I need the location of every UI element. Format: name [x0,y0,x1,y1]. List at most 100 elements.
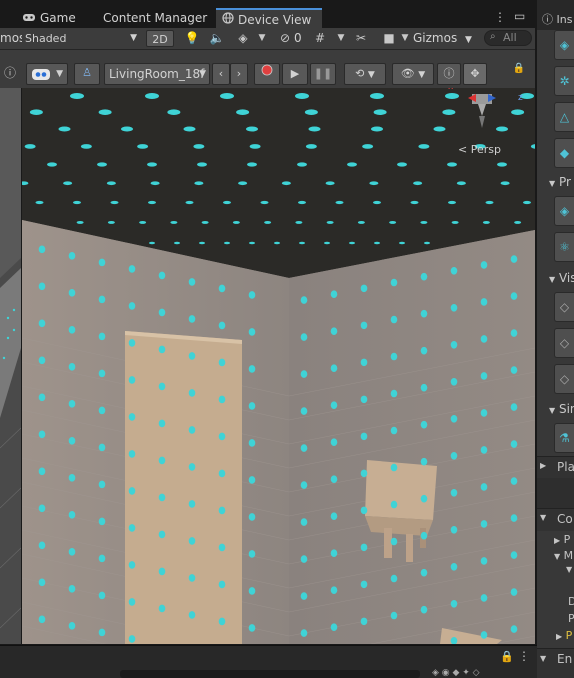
camera-icon[interactable]: ■ [380,30,398,47]
collapse-icon[interactable]: ▼ [566,565,572,574]
marker-dot [480,631,488,639]
tree-item[interactable]: D [568,595,574,608]
person-button[interactable]: ♙ [74,63,100,85]
marker-dot [510,514,518,522]
prev-room-button[interactable]: ‹ [212,63,230,85]
marker-dot [218,395,226,404]
section-header-sin[interactable]: ▼ Sin [537,400,574,418]
marker-dot [194,181,204,186]
marker-dot [500,181,510,186]
marker-dot [295,221,303,224]
play-button[interactable]: ▶ [282,63,308,85]
marker-dot [418,144,430,149]
tools-icon[interactable]: ✂ [352,30,370,47]
pause-button[interactable]: ❚❚ [310,63,336,85]
search-icon: ⌕ [490,31,496,42]
shading-mode-label: Shaded [25,32,67,45]
next-room-button[interactable]: › [230,63,248,85]
camera-chevron-icon[interactable]: ▼ [400,30,410,47]
marker-dot [360,543,368,552]
marker-dot [281,181,291,186]
marker-dot [480,557,488,565]
marker-dot [433,126,446,132]
tool-diamond-button[interactable]: ◈ [554,30,574,60]
marker-dot [98,406,106,415]
section-header-en[interactable]: ▼ En [537,648,574,678]
grid-icon[interactable]: # [311,30,329,47]
tab-device-view[interactable]: Device View [216,8,322,28]
section-header-pla[interactable]: ▶ Pla [537,456,574,479]
shading-mode-dropdown[interactable]: Shaded ▼ [22,30,141,47]
tool-gem-button[interactable]: ◈ [554,196,574,226]
marker-dot [188,574,196,582]
hidden-objects-icon[interactable]: ⊘ [277,30,293,47]
mode-2d-button[interactable]: 2D [146,30,174,47]
marker-dot [223,200,231,205]
tool-visual1-button[interactable]: ◇ [554,292,574,322]
tool-triangle-button[interactable]: △ [554,102,574,132]
tab-content-manager[interactable]: Content Manager [103,8,207,28]
marker-dot [193,144,205,149]
marker-dot [330,475,338,484]
inspector-tab[interactable]: ⓘ Ins [542,11,572,27]
marker-dot [218,469,226,478]
section-header-pr[interactable]: ▼ Pr [537,173,574,191]
marker-dot [248,476,256,484]
room-select-label: LivingRoom_18f [109,67,205,81]
move-tool-button[interactable]: ✥ [463,63,487,85]
marker-dot [300,555,308,563]
effects-chevron-icon[interactable]: ▼ [257,30,267,47]
info-icon[interactable]: ⓘ [2,65,18,82]
marker-dot [38,430,46,439]
tool-visual3-button[interactable]: ◇ [554,364,574,394]
tab-game[interactable]: Game [22,8,76,28]
more-options-icon[interactable]: ⋮ [494,10,506,24]
robot-avatar-dropdown[interactable]: ▼ [26,63,68,85]
tree-item[interactable]: ▶ P [554,533,570,546]
loop-dropdown[interactable]: ⟲ ▼ [344,63,386,85]
marker-dot [480,335,488,343]
tool-diamond2-button[interactable]: ◆ [554,138,574,168]
section-header-co[interactable]: ▼ Co [537,508,574,531]
bottom-more-icon[interactable]: ⋮ [518,649,530,663]
tool-molecule-button[interactable]: ⚛ [554,232,574,262]
marker-dot [98,443,106,452]
search-field[interactable]: ⌕ All [484,30,532,46]
gizmos-chevron-icon: ▼ [465,35,472,45]
loop-chevron-icon: ▼ [367,70,375,80]
grid-chevron-icon[interactable]: ▼ [336,30,346,47]
section-header-vis[interactable]: ▼ Vis [537,269,574,287]
maximize-icon[interactable]: ▭ [514,9,525,23]
visibility-dropdown[interactable]: 👁 ▼ [392,63,434,85]
effects-icon[interactable]: ◈ [234,30,252,47]
marker-dot [148,200,156,205]
marker-dot [330,290,338,299]
tool-figure-button[interactable]: ✲ [554,66,574,96]
tree-item[interactable]: P [568,612,574,625]
lock-icon[interactable]: 🔒 [511,60,527,77]
marker-dot [420,531,428,540]
marker-dot [300,333,308,341]
tree-item-highlight[interactable]: ▶ P [556,629,572,642]
marker-dot [330,364,338,373]
section-label: Pla [557,460,574,474]
robot-icon [31,67,51,86]
gizmos-dropdown[interactable]: Gizmos ▼ [413,31,472,45]
marker-dot [420,383,428,392]
marker-dot [248,439,256,447]
tool-visual2-button[interactable]: ◇ [554,328,574,358]
bottom-lock-icon[interactable]: 🔒 [500,650,514,663]
marker-dot [197,162,207,167]
device-viewport[interactable]: x z < Persp [22,88,535,644]
marker-dot [137,144,149,149]
info-toggle-button[interactable]: ⓘ [437,63,461,85]
lightbulb-icon[interactable]: 💡 [183,30,201,47]
marker-dot [218,284,226,293]
tree-item[interactable]: ▼ M [554,549,573,562]
audio-icon[interactable]: 🔈 [208,30,226,47]
record-button[interactable] [254,63,280,85]
room-select-dropdown[interactable]: LivingRoom_18f ▼ [104,63,210,85]
marker-dot [300,481,308,489]
marker-dot [447,162,457,167]
tool-flask-button[interactable]: ⚗ [554,423,574,453]
